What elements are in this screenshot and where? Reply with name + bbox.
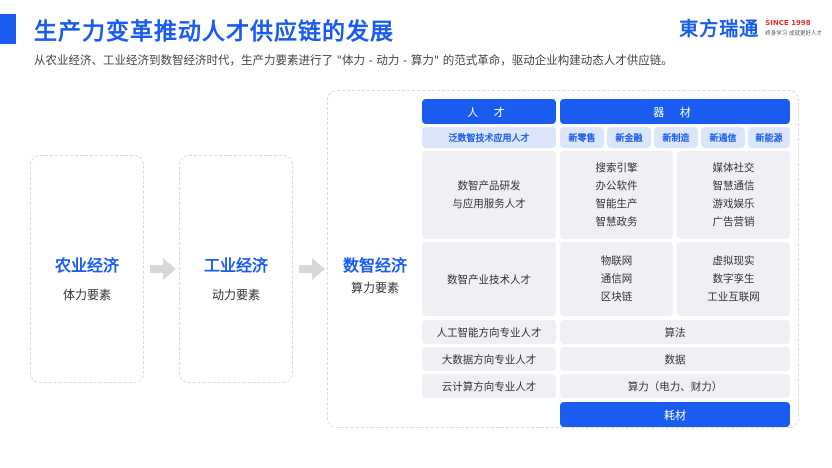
material-tag: 新零售 bbox=[560, 127, 604, 148]
row2-material-right: 虚拟现实 数字孪生 工业互联网 bbox=[677, 242, 790, 316]
material-item: 智慧通信 bbox=[712, 180, 755, 192]
row-talent: 人工智能方向专业人才 bbox=[422, 320, 556, 344]
row-material: 数据 bbox=[560, 347, 790, 371]
row1-material-left: 搜索引擎 办公软件 智能生产 智慧政务 bbox=[560, 151, 673, 239]
talent-tag: 泛数智技术应用人才 bbox=[422, 127, 556, 148]
stage-subtitle: 动力要素 bbox=[211, 288, 260, 302]
material-item: 媒体社交 bbox=[712, 162, 755, 174]
arrow-right-icon bbox=[299, 258, 325, 280]
logo-tagline: 终身学习 成就更好人才 bbox=[765, 30, 822, 37]
material-item: 游戏娱乐 bbox=[712, 198, 755, 210]
title-accent-bar bbox=[0, 14, 16, 44]
stage-title: 工业经济 bbox=[203, 256, 268, 275]
stage-digital-subtitle: 算力要素 bbox=[350, 281, 399, 295]
row-talent: 大数据方向专业人才 bbox=[422, 347, 556, 371]
row1-talent: 数智产品研发 与应用服务人才 bbox=[422, 151, 556, 239]
row2-material-left: 物联网 通信网 区块链 bbox=[560, 242, 673, 316]
logo-name: 東方瑞通 bbox=[679, 18, 760, 40]
row1-material-right: 媒体社交 智慧通信 游戏娱乐 广告营销 bbox=[677, 151, 790, 239]
header-material: 器 材 bbox=[560, 99, 790, 124]
material-footer: 耗材 bbox=[560, 402, 790, 427]
material-item: 区块链 bbox=[600, 291, 633, 303]
row-material: 算力（电力、财力） bbox=[560, 374, 790, 398]
arrow-right-icon bbox=[150, 258, 176, 280]
stage-title: 农业经济 bbox=[54, 256, 119, 275]
material-item: 通信网 bbox=[600, 273, 633, 285]
company-logo: 東方瑞通 SINCE 1998 终身学习 成就更好人才 bbox=[679, 14, 822, 41]
material-tag: 新能源 bbox=[748, 127, 790, 148]
stage-digital-title: 数智经济 bbox=[342, 256, 407, 275]
material-item: 智慧政务 bbox=[595, 216, 638, 228]
page-title: 生产力变革推动人才供应链的发展 bbox=[34, 19, 394, 45]
logo-side: SINCE 1998 终身学习 成就更好人才 bbox=[765, 19, 822, 37]
row-talent: 云计算方向专业人才 bbox=[422, 374, 556, 398]
header-talent: 人 才 bbox=[422, 99, 556, 124]
page-subtitle: 从农业经济、工业经济到数智经济时代，生产力要素进行了 "体力 - 动力 - 算力… bbox=[34, 53, 673, 67]
material-item: 搜索引擎 bbox=[595, 162, 638, 174]
material-item: 工业互联网 bbox=[707, 291, 760, 303]
stage-agriculture: 农业经济 体力要素 bbox=[30, 155, 144, 383]
material-tag: 新金融 bbox=[607, 127, 651, 148]
material-item: 物联网 bbox=[600, 255, 633, 267]
row1-talent-line: 数智产品研发 bbox=[457, 180, 521, 192]
logo-since: SINCE 1998 bbox=[765, 18, 811, 27]
material-item: 虚拟现实 bbox=[712, 255, 755, 267]
material-item: 数字孪生 bbox=[712, 273, 755, 285]
stage-subtitle: 体力要素 bbox=[62, 288, 111, 302]
material-item: 智能生产 bbox=[595, 198, 638, 210]
material-item: 办公软件 bbox=[595, 180, 638, 192]
material-item: 广告营销 bbox=[712, 216, 755, 228]
stage-industry: 工业经济 动力要素 bbox=[179, 155, 293, 383]
material-tag: 新通信 bbox=[701, 127, 745, 148]
material-tag: 新制造 bbox=[654, 127, 698, 148]
row2-talent: 数智产业技术人才 bbox=[422, 242, 556, 316]
row-material: 算法 bbox=[560, 320, 790, 344]
row1-talent-line: 与应用服务人才 bbox=[452, 198, 526, 210]
